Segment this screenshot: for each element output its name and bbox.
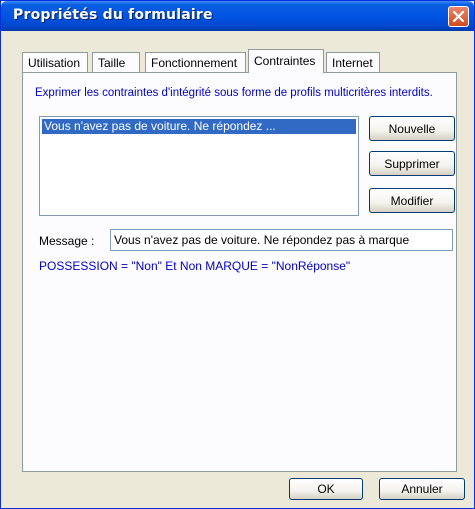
title-bar[interactable]: Propriétés du formulaire <box>1 1 474 31</box>
constraints-hint: Exprimer les contraintes d'intégrité sou… <box>35 87 433 99</box>
tab-fonctionnement[interactable]: Fonctionnement <box>145 52 246 72</box>
window-title: Propriétés du formulaire <box>13 7 213 23</box>
tab-label: Utilisation <box>28 56 81 70</box>
tab-internet[interactable]: Internet <box>326 52 380 72</box>
constraints-list[interactable]: Vous n'avez pas de voiture. Ne répondez … <box>39 116 359 216</box>
new-button[interactable]: Nouvelle <box>369 116 455 141</box>
delete-button[interactable]: Supprimer <box>369 151 455 176</box>
constraint-expression: POSSESSION = "Non" Et Non MARQUE = "NonR… <box>39 259 351 273</box>
message-label: Message : <box>39 234 95 248</box>
tab-label: Fonctionnement <box>151 56 238 70</box>
tab-label: Contraintes <box>254 54 316 68</box>
edit-button[interactable]: Modifier <box>369 188 455 213</box>
close-button[interactable] <box>448 6 469 27</box>
list-item[interactable]: Vous n'avez pas de voiture. Ne répondez … <box>42 119 356 134</box>
tab-label: Internet <box>332 56 373 70</box>
close-icon <box>452 10 465 23</box>
tab-utilisation[interactable]: Utilisation <box>22 52 88 72</box>
message-field[interactable]: Vous n'avez pas de voiture. Ne répondez … <box>110 229 453 251</box>
tab-contraintes[interactable]: Contraintes <box>248 49 324 73</box>
tab-taille[interactable]: Taille <box>92 52 140 72</box>
ok-button[interactable]: OK <box>289 478 363 500</box>
cancel-button[interactable]: Annuler <box>379 478 465 500</box>
tab-label: Taille <box>98 56 126 70</box>
